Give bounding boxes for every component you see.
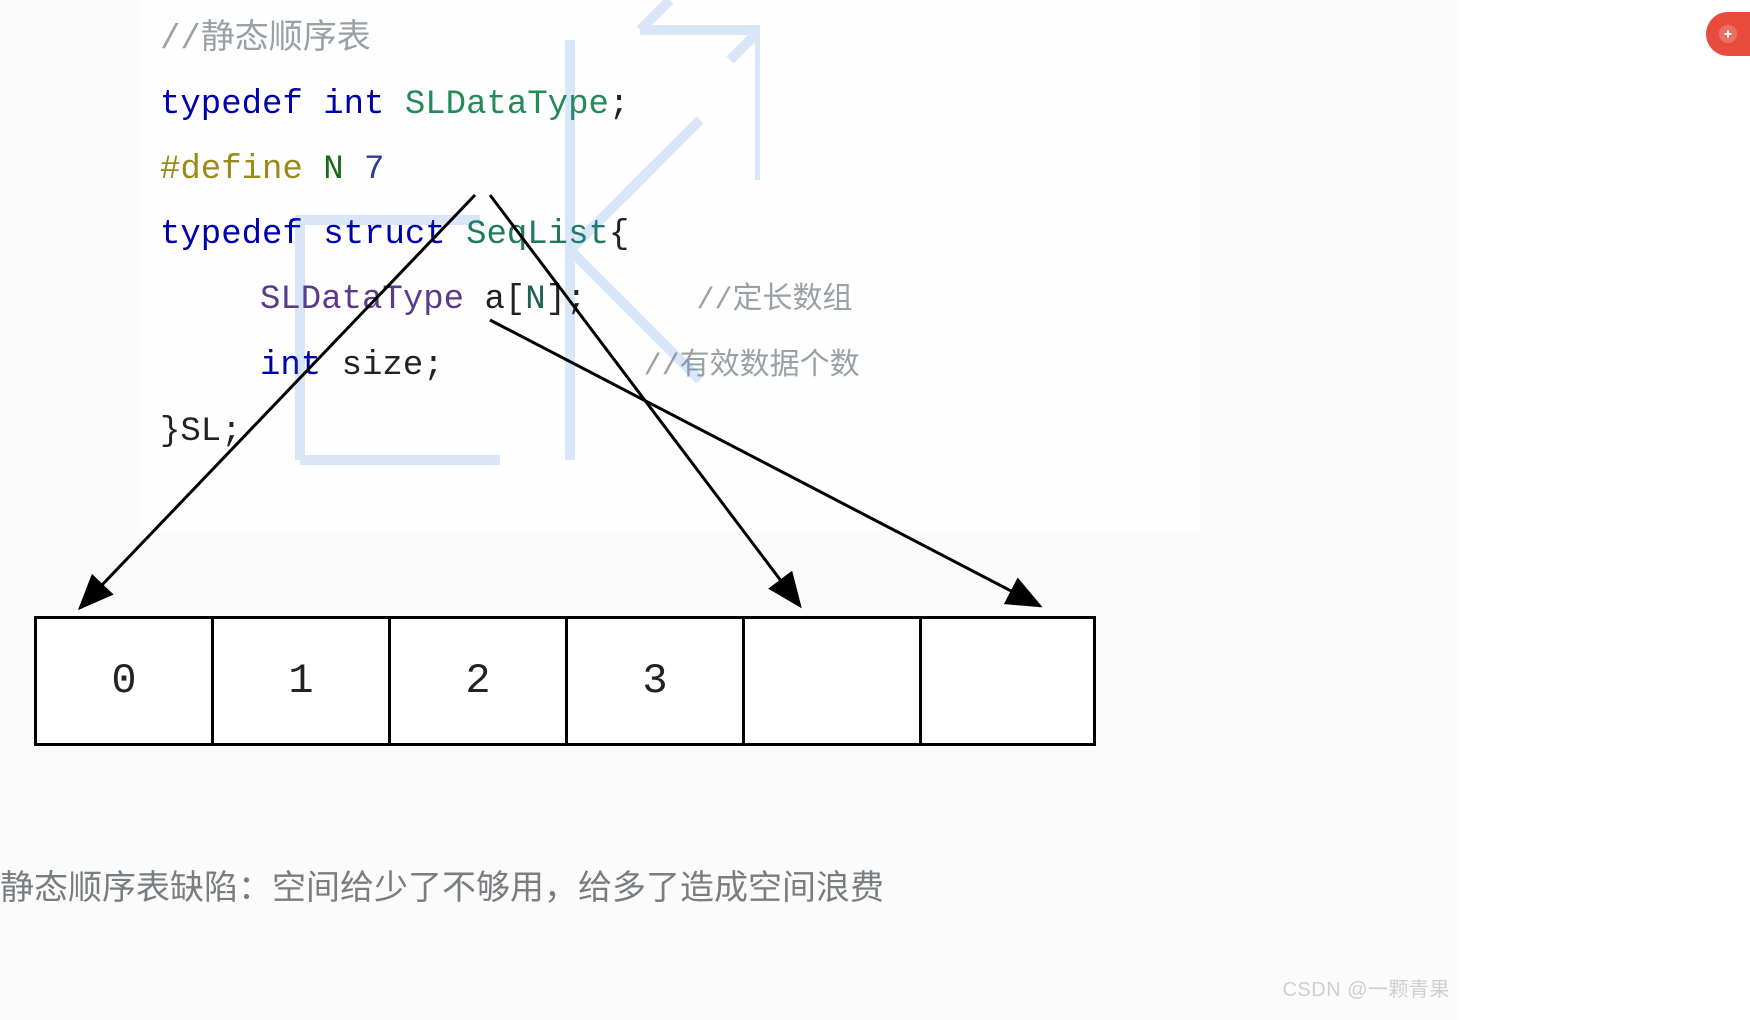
preproc: #define bbox=[160, 151, 323, 189]
comment-text: //静态顺序表 bbox=[160, 21, 371, 59]
macro-value: 7 bbox=[364, 151, 384, 189]
field2-semi: ; bbox=[423, 347, 443, 385]
code-line-comment: //静态顺序表 bbox=[140, 8, 1200, 73]
array-cell bbox=[742, 616, 919, 746]
close-semi: ; bbox=[221, 413, 241, 451]
array-size: N bbox=[525, 281, 545, 319]
macro-name: N bbox=[323, 151, 364, 189]
kw-typedef2: typedef bbox=[160, 216, 323, 254]
struct-name: SeqList bbox=[466, 216, 609, 254]
field1-name: a bbox=[484, 281, 504, 319]
code-line-close: }SL; bbox=[140, 400, 1200, 465]
kw-struct: struct bbox=[323, 216, 466, 254]
field2-type: int bbox=[260, 347, 342, 385]
field1-comment: //定长数组 bbox=[696, 269, 852, 334]
typedef-alias: SL bbox=[180, 413, 221, 451]
bracket-close: ] bbox=[546, 281, 566, 319]
kw-typedef: typedef bbox=[160, 86, 323, 124]
field1-type: SLDataType bbox=[260, 281, 484, 319]
caption-text: 静态顺序表缺陷：空间给少了不够用，给多了造成空间浪费 bbox=[0, 860, 884, 909]
field2-name: size bbox=[342, 347, 424, 385]
code-line-field2: int size; //有效数据个数 bbox=[140, 334, 1200, 400]
array-cell: 2 bbox=[388, 616, 565, 746]
code-line-field1: SLDataType a[N]; //定长数组 bbox=[140, 268, 1200, 334]
array-cell: 3 bbox=[565, 616, 742, 746]
brace-open: { bbox=[609, 216, 629, 254]
code-line-struct: typedef struct SeqList{ bbox=[140, 203, 1200, 268]
corner-badge-icon bbox=[1706, 12, 1750, 56]
kw-int: int bbox=[323, 86, 405, 124]
array-cell: 0 bbox=[34, 616, 211, 746]
type-name: SLDataType bbox=[405, 86, 609, 124]
array-cell bbox=[919, 616, 1096, 746]
field1-semi: ; bbox=[566, 281, 586, 319]
brace-close: } bbox=[160, 413, 180, 451]
array-cell: 1 bbox=[211, 616, 388, 746]
semicolon: ; bbox=[609, 86, 629, 124]
code-line-typedef-int: typedef int SLDataType; bbox=[140, 73, 1200, 138]
array-diagram: 0 1 2 3 bbox=[34, 616, 1096, 746]
field2-comment: //有效数据个数 bbox=[644, 335, 860, 400]
code-block: //静态顺序表 typedef int SLDataType; #define … bbox=[140, 0, 1200, 530]
bracket-open: [ bbox=[505, 281, 525, 319]
watermark-text: CSDN @一颗青果 bbox=[1282, 973, 1450, 1002]
code-line-define: #define N 7 bbox=[140, 138, 1200, 203]
